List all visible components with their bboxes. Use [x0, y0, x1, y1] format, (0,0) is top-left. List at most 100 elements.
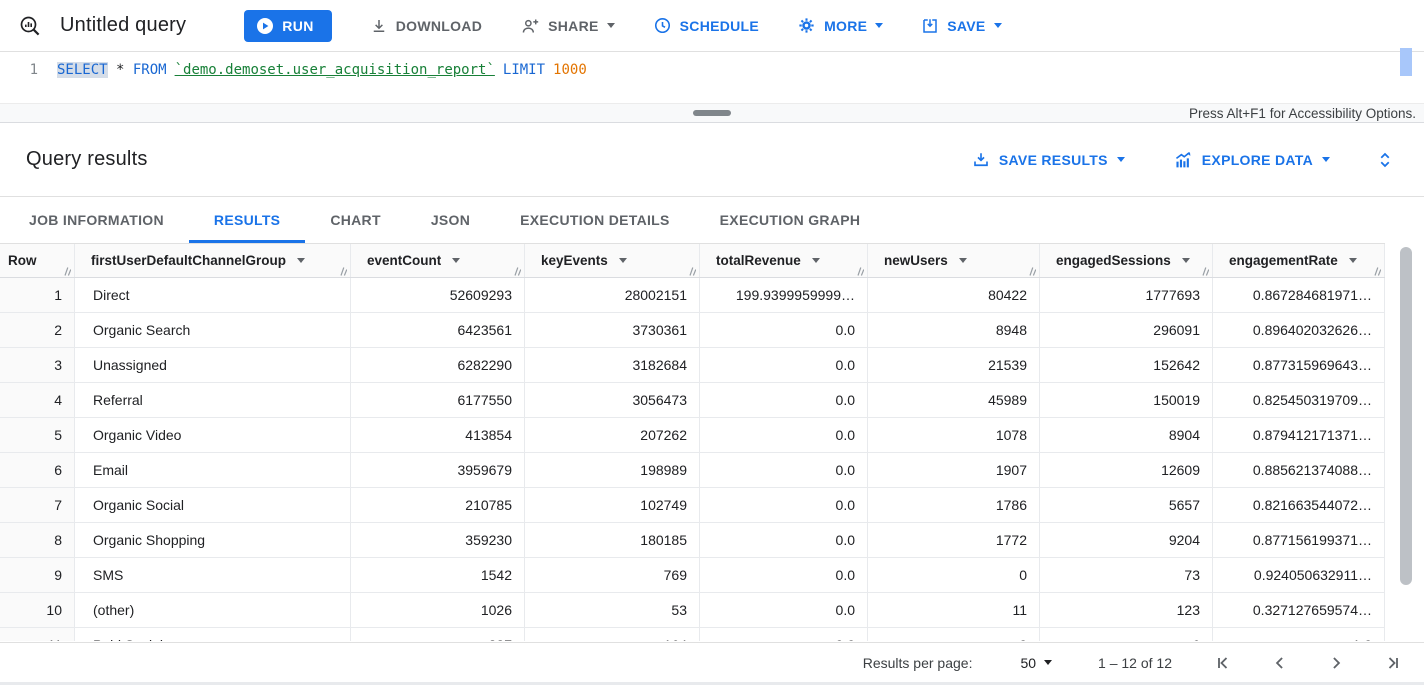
query-results-header: Query results SAVE RESULTS E	[0, 123, 1424, 196]
table-cell: 0.0	[700, 523, 868, 558]
sql-editor[interactable]: 1 SELECT * FROM`demo.demoset.user_acquis…	[0, 52, 1424, 103]
column-label: Row	[8, 253, 37, 268]
expand-collapse-panel-icon[interactable]	[1376, 149, 1394, 171]
editor-scrollbar-thumb[interactable]	[1400, 48, 1412, 76]
row-number-cell: 10	[0, 593, 75, 628]
table-scrollbar-thumb[interactable]	[1400, 247, 1412, 585]
table-row: 10(other)1026530.0111230.327127659574…	[0, 593, 1385, 628]
tab-job-information[interactable]: JOB INFORMATION	[4, 197, 189, 243]
column-menu-caret-icon[interactable]	[1182, 258, 1190, 263]
table-cell: 0.896402032626…	[1213, 313, 1385, 348]
column-label: firstUserDefaultChannelGroup	[91, 253, 286, 268]
column-resize-grip-icon[interactable]	[687, 266, 696, 276]
tab-results[interactable]: RESULTS	[189, 197, 305, 243]
column-menu-caret-icon[interactable]	[959, 258, 967, 263]
explore-data-button[interactable]: EXPLORE DATA	[1173, 151, 1330, 169]
table-cell: 296091	[1040, 313, 1213, 348]
table-cell: 3056473	[525, 383, 700, 418]
table-cell: 5657	[1040, 488, 1213, 523]
column-menu-caret-icon[interactable]	[452, 258, 460, 263]
last-page-icon[interactable]	[1382, 653, 1402, 673]
column-resize-grip-icon[interactable]	[1027, 266, 1036, 276]
column-menu-caret-icon[interactable]	[297, 258, 305, 263]
column-label: totalRevenue	[716, 253, 801, 268]
table-cell: 1078	[868, 418, 1040, 453]
panel-resize-handle[interactable]	[693, 110, 731, 116]
table-cell: 887	[351, 628, 525, 641]
sql-keyword-select: SELECT	[57, 62, 108, 78]
more-button-label: MORE	[824, 18, 867, 34]
column-label: eventCount	[367, 253, 441, 268]
run-button-label: RUN	[282, 18, 314, 34]
column-menu-caret-icon[interactable]	[1349, 258, 1357, 263]
column-resize-grip-icon[interactable]	[338, 266, 347, 276]
next-page-icon[interactable]	[1326, 653, 1346, 673]
row-number-cell: 11	[0, 628, 75, 641]
row-number-cell: 3	[0, 348, 75, 383]
column-header-Row[interactable]: Row	[0, 244, 75, 277]
column-header-totalRevenue[interactable]: totalRevenue	[700, 244, 868, 277]
save-results-icon	[972, 151, 990, 169]
table-cell: 6	[1040, 628, 1213, 641]
table-row: 11Paid Social8871640.0061.0	[0, 628, 1385, 641]
table-cell: 150019	[1040, 383, 1213, 418]
table-cell: 3730361	[525, 313, 700, 348]
more-button[interactable]: MORE	[797, 16, 883, 35]
table-cell: 199.9399959999…	[700, 278, 868, 313]
column-resize-grip-icon[interactable]	[62, 266, 71, 276]
column-label: engagementRate	[1229, 253, 1338, 268]
tab-chart[interactable]: CHART	[305, 197, 406, 243]
column-resize-grip-icon[interactable]	[1372, 266, 1381, 276]
table-cell: 1786	[868, 488, 1040, 523]
schedule-button-label: SCHEDULE	[680, 18, 759, 34]
table-cell: Email	[75, 453, 351, 488]
chevron-down-icon	[607, 23, 615, 28]
share-button[interactable]: SHARE	[520, 17, 615, 35]
table-header-row: Row firstUserDefaultChannelGroup eventCoun…	[0, 243, 1385, 278]
column-menu-caret-icon[interactable]	[619, 258, 627, 263]
sql-table-reference-link[interactable]: `demo.demoset.user_acquisition_report`	[175, 62, 495, 78]
chevron-down-icon	[1322, 157, 1330, 162]
column-resize-grip-icon[interactable]	[855, 266, 864, 276]
column-resize-grip-icon[interactable]	[1200, 266, 1209, 276]
save-results-button[interactable]: SAVE RESULTS	[972, 151, 1125, 169]
page-size-selector[interactable]: 50	[1020, 655, 1052, 671]
column-resize-grip-icon[interactable]	[512, 266, 521, 276]
chevron-down-icon	[1117, 157, 1125, 162]
clock-icon	[653, 16, 672, 35]
table-cell: 0.825450319709…	[1213, 383, 1385, 418]
editor-statusbar: Press Alt+F1 for Accessibility Options.	[0, 103, 1424, 123]
table-cell: Organic Social	[75, 488, 351, 523]
table-cell: 0.0	[700, 453, 868, 488]
chart-icon	[1173, 151, 1193, 169]
column-header-keyEvents[interactable]: keyEvents	[525, 244, 700, 277]
column-header-engagedSessions[interactable]: engagedSessions	[1040, 244, 1213, 277]
table-cell: 164	[525, 628, 700, 641]
save-button[interactable]: SAVE	[921, 17, 1001, 35]
tab-execution-graph[interactable]: EXECUTION GRAPH	[695, 197, 886, 243]
table-cell: 1026	[351, 593, 525, 628]
table-cell: 0.0	[700, 488, 868, 523]
column-header-newUsers[interactable]: newUsers	[868, 244, 1040, 277]
table-cell: 8904	[1040, 418, 1213, 453]
schedule-button[interactable]: SCHEDULE	[653, 16, 759, 35]
sql-code-line[interactable]: SELECT * FROM`demo.demoset.user_acquisit…	[57, 59, 587, 103]
column-header-firstUserDefaultChannelGroup[interactable]: firstUserDefaultChannelGroup	[75, 244, 351, 277]
tab-execution-details[interactable]: EXECUTION DETAILS	[495, 197, 695, 243]
table-cell: 6282290	[351, 348, 525, 383]
download-button-label: DOWNLOAD	[396, 18, 482, 34]
row-number-cell: 7	[0, 488, 75, 523]
table-row: 7Organic Social2107851027490.0178656570.…	[0, 488, 1385, 523]
first-page-icon[interactable]	[1214, 653, 1234, 673]
previous-page-icon[interactable]	[1270, 653, 1290, 673]
column-header-eventCount[interactable]: eventCount	[351, 244, 525, 277]
column-header-engagementRate[interactable]: engagementRate	[1213, 244, 1385, 277]
run-button[interactable]: RUN	[244, 10, 332, 42]
table-cell: 102749	[525, 488, 700, 523]
download-button[interactable]: DOWNLOAD	[370, 17, 482, 35]
table-cell: 0.924050632911…	[1213, 558, 1385, 593]
column-menu-caret-icon[interactable]	[812, 258, 820, 263]
results-actions: SAVE RESULTS EXPLORE DATA	[924, 149, 1398, 171]
save-button-label: SAVE	[947, 18, 985, 34]
tab-json[interactable]: JSON	[406, 197, 495, 243]
